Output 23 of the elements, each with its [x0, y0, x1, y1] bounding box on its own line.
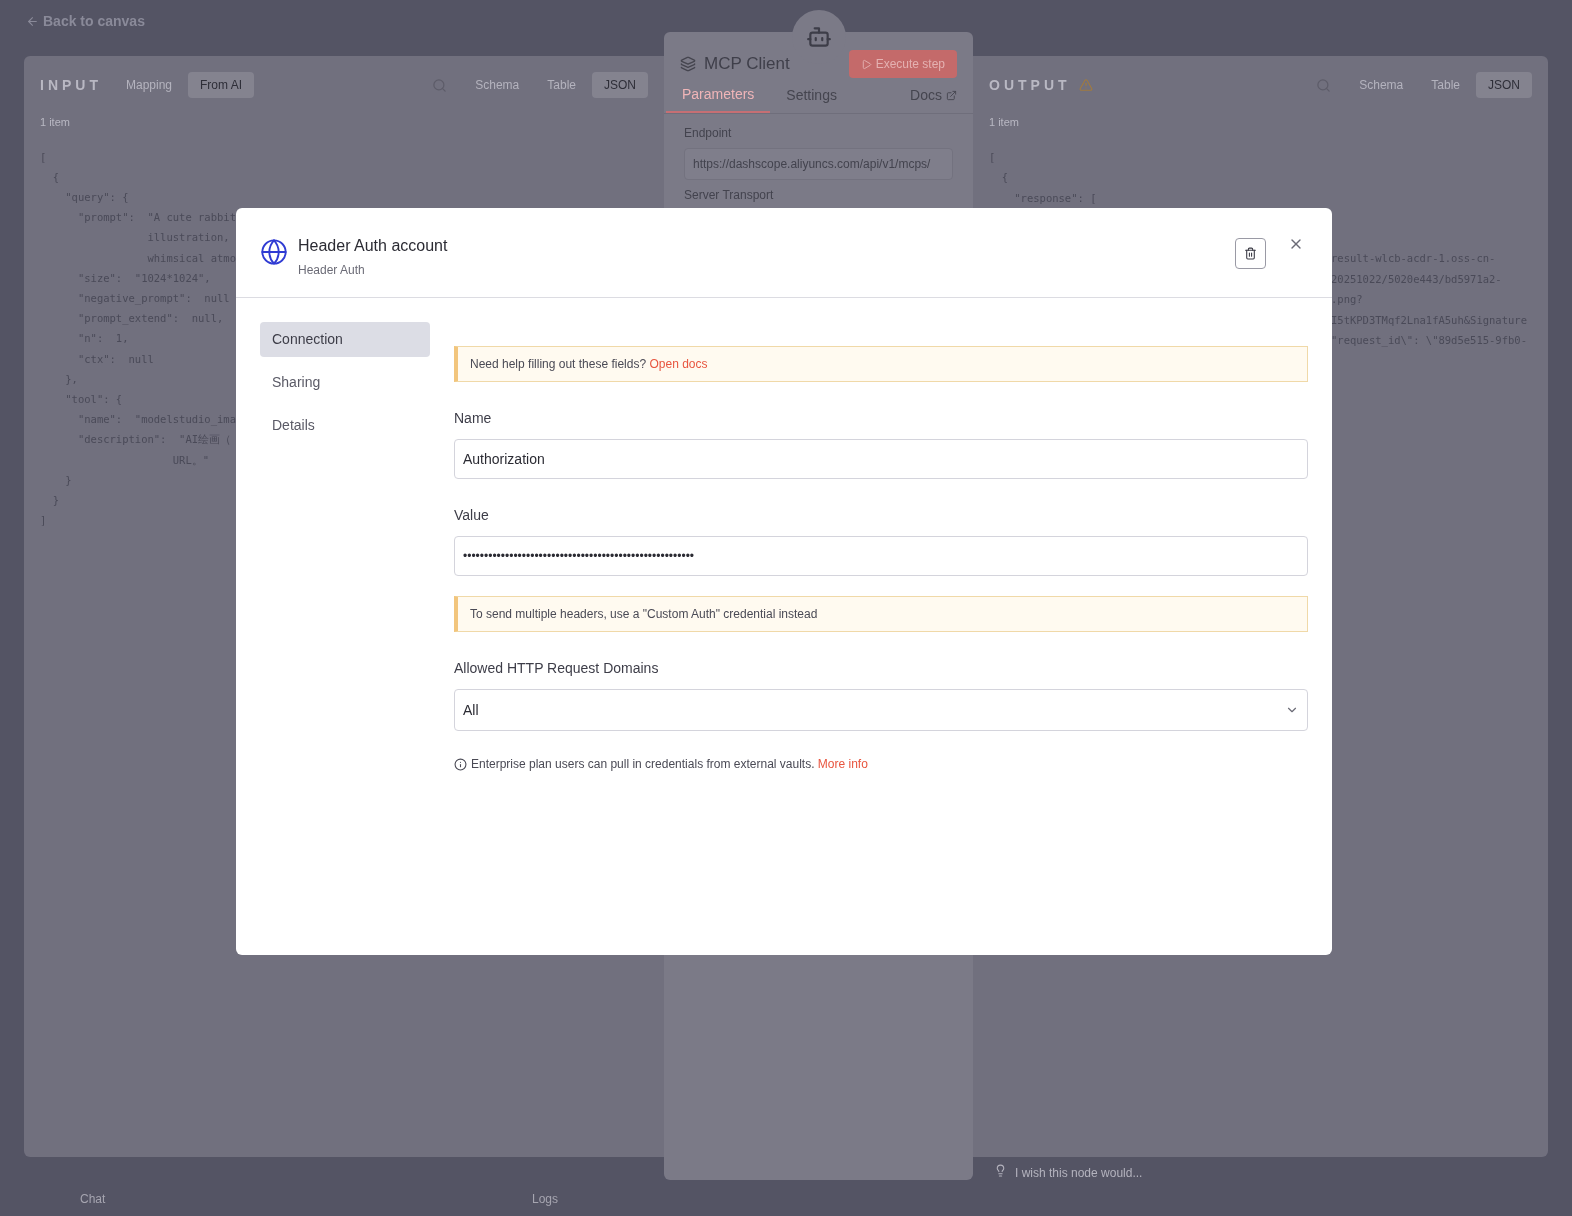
code-line: { — [51, 169, 59, 185]
code-line: } — [64, 472, 72, 488]
headers-notice: To send multiple headers, use a "Custom Auth" credential instead — [454, 596, 1308, 632]
panel-title: OUTPUT — [989, 75, 1071, 95]
item-count: 1 item — [989, 115, 1019, 130]
help-notice: Need help filling out these fields? Open docs — [454, 346, 1308, 382]
modal-title: Header Auth account — [298, 236, 448, 256]
code-line: [ — [40, 149, 47, 165]
panel-title: INPUT — [40, 75, 102, 95]
code-line: [ — [989, 149, 996, 165]
field-label: Endpoint — [684, 125, 733, 142]
modal-subtitle: Header Auth — [298, 262, 366, 279]
item-count: 1 item — [40, 115, 70, 130]
code-line: }, — [64, 371, 78, 387]
code-line: { — [1000, 170, 1008, 185]
code-line: } — [51, 492, 59, 508]
node-title: MCP Client — [704, 53, 790, 76]
code-line: ] — [40, 513, 47, 529]
field-label: Value — [454, 506, 489, 525]
field-label: Server Transport — [684, 187, 774, 204]
vault-note: Enterprise plan users can pull in credentials from external vaults. More info — [471, 756, 868, 773]
field-label: Name — [454, 409, 492, 428]
field-label: Allowed HTTP Request Domains — [454, 659, 659, 678]
